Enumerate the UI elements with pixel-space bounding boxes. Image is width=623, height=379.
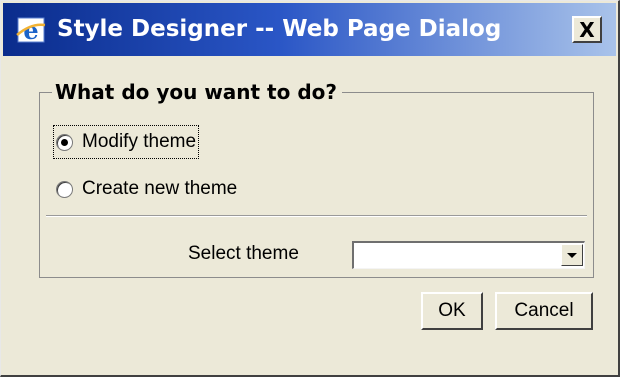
focus-rect: Modify theme	[53, 125, 200, 159]
modify-theme-option[interactable]: Modify theme	[53, 125, 200, 159]
style-designer-dialog: e Style Designer -- Web Page Dialog X Wh…	[0, 0, 620, 377]
select-theme-label: Select theme	[188, 243, 299, 264]
cancel-button[interactable]: Cancel	[495, 292, 593, 330]
svg-text:e: e	[23, 16, 38, 45]
window-title: Style Designer -- Web Page Dialog	[57, 16, 502, 42]
create-theme-option[interactable]: Create new theme	[53, 173, 240, 205]
separator	[46, 215, 587, 217]
radio-selected-dot	[61, 138, 68, 146]
action-groupbox: What do you want to do? Modify theme Cre…	[39, 78, 594, 278]
title-bar[interactable]: e Style Designer -- Web Page Dialog X	[3, 3, 616, 56]
close-button[interactable]: X	[572, 16, 602, 43]
chevron-down-icon	[567, 252, 577, 258]
theme-select[interactable]	[352, 241, 585, 269]
dropdown-arrow-button[interactable]	[561, 244, 583, 266]
groupbox-legend: What do you want to do?	[52, 78, 342, 106]
internet-explorer-icon: e	[16, 16, 46, 45]
create-theme-radio[interactable]	[56, 180, 73, 198]
ok-button[interactable]: OK	[421, 292, 483, 330]
modify-theme-radio[interactable]	[56, 133, 73, 151]
modify-theme-label[interactable]: Modify theme	[82, 131, 196, 153]
create-theme-label[interactable]: Create new theme	[82, 178, 237, 200]
